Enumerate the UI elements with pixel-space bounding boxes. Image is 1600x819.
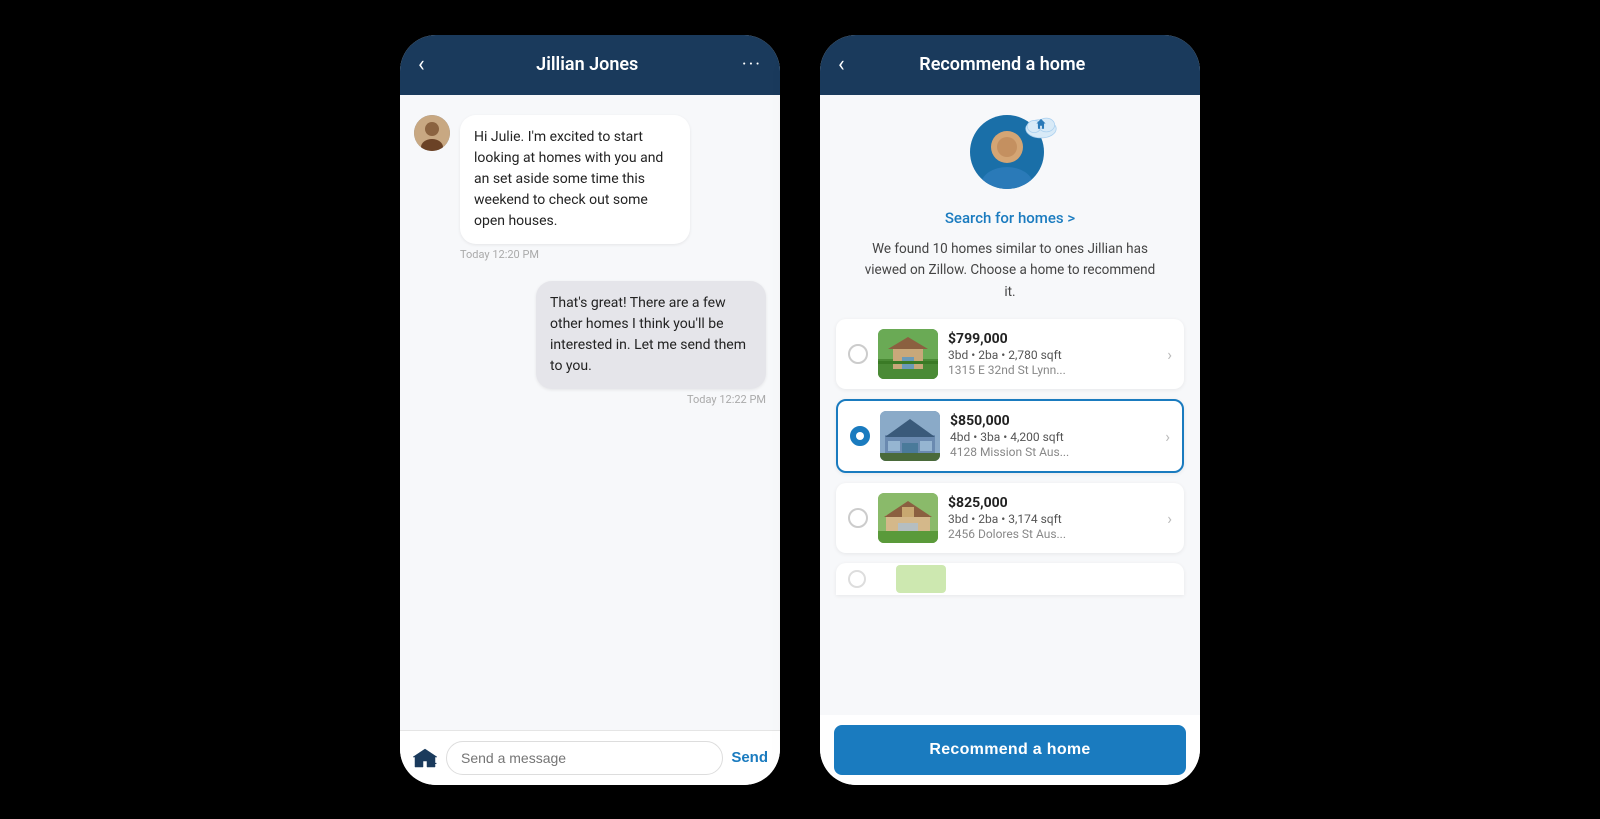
recommend-back-button[interactable]: ‹ [838,52,845,77]
radio-home-1[interactable] [848,344,868,364]
home-plus-button[interactable]: + [412,747,438,769]
recommend-footer: Recommend a home [820,715,1200,785]
recommend-phone: ‹ Recommend a home [820,35,1200,785]
chat-title: Jillian Jones [433,54,742,75]
radio-home-2[interactable] [850,426,870,446]
message-row-client: That's great! There are a few other home… [414,281,766,406]
home-info-3: $825,000 3bd • 2ba • 3,174 sqft 2456 Dol… [948,495,1157,541]
home-thumb-1 [878,329,938,379]
recommend-header: ‹ Recommend a home [820,35,1200,95]
recommend-title: Recommend a home [853,54,1152,75]
home-price-2: $850,000 [950,413,1155,429]
recommend-body: Search for homes > We found 10 homes sim… [820,95,1200,715]
home-address-1: 1315 E 32nd St Lynn... [948,363,1157,377]
home-item-3[interactable]: $825,000 3bd • 2ba • 3,174 sqft 2456 Dol… [836,483,1184,553]
home-info-1: $799,000 3bd • 2ba • 2,780 sqft 1315 E 3… [948,331,1157,377]
home-thumb-2 [880,411,940,461]
message-bubble-sent: That's great! There are a few other home… [536,281,766,389]
radio-home-3[interactable] [848,508,868,528]
bubble-wrap-agent: Hi Julie. I'm excited to start looking a… [460,115,690,261]
home-info-2: $850,000 4bd • 3ba • 4,200 sqft 4128 Mis… [950,413,1155,459]
send-button[interactable]: Send [731,749,768,766]
message-row-agent: Hi Julie. I'm excited to start looking a… [414,115,766,261]
home-address-3: 2456 Dolores St Aus... [948,527,1157,541]
home-details-2: 4bd • 3ba • 4,200 sqft [950,430,1155,444]
agent-avatar-container [970,115,1050,195]
search-homes-link[interactable]: Search for homes > [945,209,1075,227]
avatar [414,115,450,151]
message-timestamp: Today 12:20 PM [460,248,690,261]
message-timestamp-sent: Today 12:22 PM [536,393,766,406]
chevron-right-icon-1: › [1167,345,1172,364]
radio-partial [848,570,866,588]
recommend-description: We found 10 homes similar to ones Jillia… [860,239,1160,304]
more-button[interactable]: ··· [742,54,762,75]
message-bubble: Hi Julie. I'm excited to start looking a… [460,115,690,244]
home-details-3: 3bd • 2ba • 3,174 sqft [948,512,1157,526]
home-item-2[interactable]: $850,000 4bd • 3ba • 4,200 sqft 4128 Mis… [836,399,1184,473]
chat-header: ‹ Jillian Jones ··· [400,35,780,95]
back-button[interactable]: ‹ [418,52,425,77]
home-item-1[interactable]: $799,000 3bd • 2ba • 2,780 sqft 1315 E 3… [836,319,1184,389]
home-thumb-3 [878,493,938,543]
chevron-right-icon-2: › [1165,427,1170,446]
recommend-button[interactable]: Recommend a home [834,725,1186,775]
chat-body: Hi Julie. I'm excited to start looking a… [400,95,780,730]
home-price-3: $825,000 [948,495,1157,511]
bubble-wrap-client: That's great! There are a few other home… [536,281,766,406]
home-details-1: 3bd • 2ba • 2,780 sqft [948,348,1157,362]
svg-text:+: + [431,759,437,769]
cloud-house-icon [1022,109,1060,141]
partial-home-item [836,563,1184,595]
home-address-2: 4128 Mission St Aus... [950,445,1155,459]
home-price-1: $799,000 [948,331,1157,347]
message-input[interactable] [446,741,723,775]
chat-footer: + Send [400,730,780,785]
chevron-right-icon-3: › [1167,509,1172,528]
home-list: $799,000 3bd • 2ba • 2,780 sqft 1315 E 3… [836,319,1184,595]
partial-thumb [896,565,946,593]
chat-phone: ‹ Jillian Jones ··· Hi Julie. I'm excite… [400,35,780,785]
